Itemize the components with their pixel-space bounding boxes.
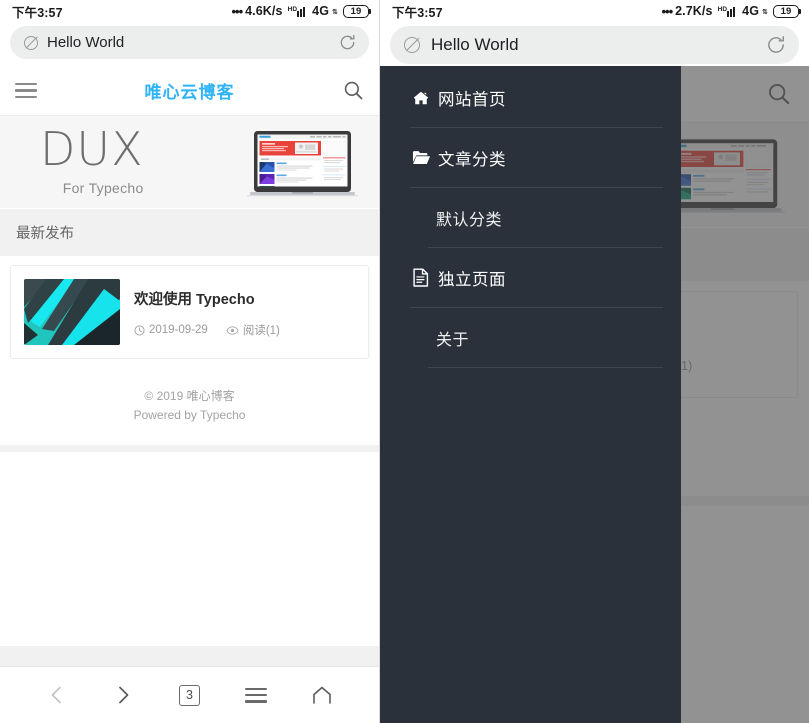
data-arrow-icon: ⇅ xyxy=(332,8,338,16)
chevron-right-icon xyxy=(112,684,134,706)
banner-tagline: For Typecho xyxy=(40,180,144,196)
drawer-item-label: 关于 xyxy=(436,326,469,350)
battery-indicator: 19 xyxy=(773,5,799,18)
battery-level: 19 xyxy=(781,6,792,17)
drawer-divider xyxy=(428,367,663,368)
battery-level: 19 xyxy=(351,6,362,17)
banner-logo: DUX xyxy=(40,126,144,172)
hd-label: HD xyxy=(288,6,298,13)
no-entry-icon xyxy=(404,37,420,53)
clock-icon xyxy=(134,325,145,336)
footer-copyright: © 2019 唯心博客 xyxy=(0,387,379,406)
browser-menu-button[interactable] xyxy=(234,675,278,715)
drawer-item-pages[interactable]: 独立页面 xyxy=(380,248,681,307)
drawer-item-label: 网站首页 xyxy=(438,86,506,110)
drawer-item-default-category[interactable]: 默认分类 xyxy=(380,188,681,247)
status-dots: ••• xyxy=(661,5,672,18)
reload-icon[interactable] xyxy=(338,33,357,52)
chevron-left-icon xyxy=(46,684,68,706)
post-list: 欢迎使用 Typecho 2019-09-29 xyxy=(0,256,379,359)
url-text[interactable]: Hello World xyxy=(431,35,765,55)
section-title: 最新发布 xyxy=(0,209,379,256)
hd-label: HD xyxy=(718,6,728,13)
banner-text: DUX For Typecho xyxy=(40,126,144,196)
status-bar-left: 下午3:57 ••• 4.6K/s HD 4G ⇅ 19 xyxy=(0,0,379,22)
navigation-drawer: 网站首页 文章分类 默认分类 xyxy=(380,66,681,723)
network-type: 4G xyxy=(312,4,329,18)
url-text[interactable]: Hello World xyxy=(47,34,338,51)
drawer-item-label: 默认分类 xyxy=(436,206,502,230)
phone-screenshot-right: 下午3:57 ••• 2.7K/s HD 4G ⇅ 19 Hello World xyxy=(380,0,809,723)
browser-toolbar-left: Hello World xyxy=(0,22,379,66)
reload-icon[interactable] xyxy=(765,34,787,56)
back-button[interactable] xyxy=(35,675,79,715)
document-icon xyxy=(412,268,438,287)
status-dots: ••• xyxy=(231,5,242,18)
home-icon xyxy=(310,684,334,706)
post-meta: 2019-09-29 阅读(1) xyxy=(134,322,355,338)
browser-toolbar-right: Hello World xyxy=(380,22,809,71)
post-thumbnail xyxy=(24,279,120,345)
phone-screenshot-left: 下午3:57 ••• 4.6K/s HD 4G ⇅ 19 Hello World xyxy=(0,0,380,723)
network-speed: 2.7K/s xyxy=(675,4,712,18)
drawer-item-label: 独立页面 xyxy=(438,266,506,290)
url-bar[interactable]: Hello World xyxy=(390,26,799,64)
network-type: 4G xyxy=(742,4,759,18)
browser-bottom-nav: 3 xyxy=(0,666,379,723)
site-header: 唯心云博客 xyxy=(0,66,379,116)
post-date-text: 2019-09-29 xyxy=(149,324,208,336)
network-speed: 4.6K/s xyxy=(245,4,282,18)
hamburger-icon[interactable] xyxy=(15,83,37,99)
status-indicators: ••• 2.7K/s HD 4G ⇅ 19 xyxy=(661,4,799,18)
status-bar-right: 下午3:57 ••• 2.7K/s HD 4G ⇅ 19 xyxy=(380,0,809,22)
post-views-text: 阅读(1) xyxy=(243,322,280,338)
screenshot-stage: 下午3:57 ••• 4.6K/s HD 4G ⇅ 19 Hello World xyxy=(0,0,809,723)
post-title[interactable]: 欢迎使用 Typecho xyxy=(134,288,355,309)
home-button[interactable] xyxy=(300,675,344,715)
signal-bars-icon: HD xyxy=(718,6,739,17)
status-time: 下午3:57 xyxy=(12,2,63,21)
status-indicators: ••• 4.6K/s HD 4G ⇅ 19 xyxy=(231,4,369,18)
folder-icon xyxy=(412,149,438,166)
no-entry-icon xyxy=(24,36,38,50)
battery-indicator: 19 xyxy=(343,5,369,18)
laptop-mockup-image xyxy=(240,128,365,203)
nav-gap xyxy=(0,646,379,666)
search-icon[interactable] xyxy=(343,80,364,101)
page-title: 唯心云博客 xyxy=(0,78,379,103)
forward-button[interactable] xyxy=(101,675,145,715)
data-arrow-icon: ⇅ xyxy=(762,8,768,16)
signal-bars-icon: HD xyxy=(288,6,309,17)
tab-count: 3 xyxy=(179,685,200,706)
menu-icon xyxy=(245,688,267,703)
site-footer: © 2019 唯心博客 Powered by Typecho xyxy=(0,359,379,445)
page-bottom-divider xyxy=(0,445,379,452)
status-time: 下午3:57 xyxy=(392,2,443,21)
tab-switcher-button[interactable]: 3 xyxy=(167,675,211,715)
url-bar[interactable]: Hello World xyxy=(10,26,369,59)
footer-powered: Powered by Typecho xyxy=(0,406,379,425)
theme-banner: DUX For Typecho xyxy=(0,116,379,208)
post-views: 阅读(1) xyxy=(226,322,280,338)
home-icon xyxy=(412,89,438,107)
post-body: 欢迎使用 Typecho 2019-09-29 xyxy=(134,279,355,345)
list-item[interactable]: 欢迎使用 Typecho 2019-09-29 xyxy=(10,265,369,359)
eye-icon xyxy=(226,325,239,336)
drawer-item-label: 文章分类 xyxy=(438,146,506,170)
drawer-item-categories[interactable]: 文章分类 xyxy=(380,128,681,187)
post-date: 2019-09-29 xyxy=(134,324,208,336)
drawer-item-about[interactable]: 关于 xyxy=(380,308,681,367)
drawer-item-home[interactable]: 网站首页 xyxy=(380,68,681,127)
